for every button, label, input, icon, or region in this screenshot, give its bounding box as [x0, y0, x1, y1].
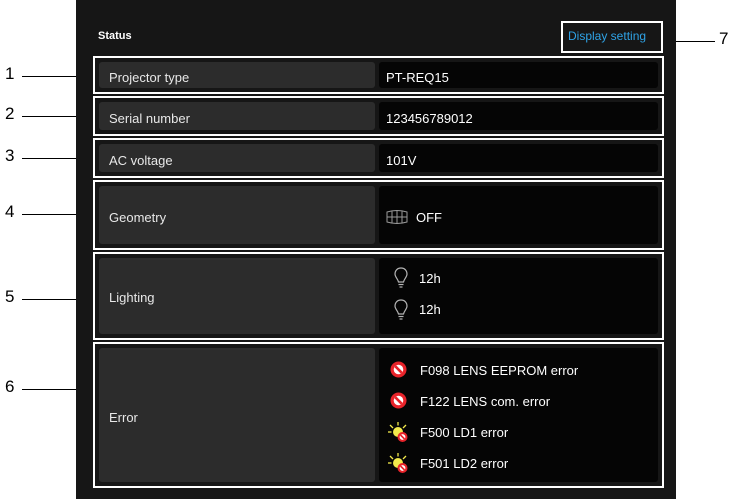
geometry-icon	[386, 210, 408, 224]
laser-diode-error-icon	[388, 422, 408, 442]
error-row: Error F098 LENS EEPROM error F122 LENS c…	[93, 342, 664, 488]
projector-type-row: Projector type PT-REQ15	[93, 56, 664, 94]
lighting-label: Lighting	[109, 290, 155, 305]
serial-number-row: Serial number 123456789012	[93, 96, 664, 136]
serial-number-label: Serial number	[109, 111, 190, 126]
projector-type-label: Projector type	[109, 70, 190, 85]
lighting-value-2: 12h	[419, 302, 441, 317]
error-item-3: F500 LD1 error	[420, 425, 509, 440]
lamp-icon	[394, 299, 408, 320]
ac-voltage-value: 101V	[386, 153, 417, 168]
laser-diode-error-icon	[388, 453, 408, 473]
display-setting-link[interactable]: Display setting	[568, 29, 646, 43]
geometry-label: Geometry	[109, 210, 167, 225]
callout-2: 2	[5, 104, 15, 123]
lamp-icon	[394, 267, 408, 288]
geometry-row: Geometry OFF	[93, 180, 664, 250]
lighting-row: Lighting 12h 12h	[93, 252, 664, 340]
error-item-4: F501 LD2 error	[420, 456, 509, 471]
ac-voltage-row: AC voltage 101V	[93, 138, 664, 178]
prohibited-icon	[390, 392, 407, 409]
geometry-value: OFF	[416, 210, 442, 225]
callout-7: 7	[719, 29, 729, 48]
prohibited-icon	[390, 361, 407, 378]
error-item-1: F098 LENS EEPROM error	[420, 363, 579, 378]
callout-6: 6	[5, 377, 15, 396]
ac-voltage-label: AC voltage	[109, 153, 173, 168]
callout-4: 4	[5, 202, 15, 221]
callout-1: 1	[5, 64, 15, 83]
callout-5: 5	[5, 287, 15, 306]
error-item-2: F122 LENS com. error	[420, 394, 551, 409]
serial-number-value: 123456789012	[386, 111, 473, 126]
error-label: Error	[109, 410, 138, 425]
page-title: Status	[98, 30, 132, 42]
projector-type-value: PT-REQ15	[386, 70, 449, 85]
lighting-value-1: 12h	[419, 271, 441, 286]
callout-3: 3	[5, 146, 15, 165]
